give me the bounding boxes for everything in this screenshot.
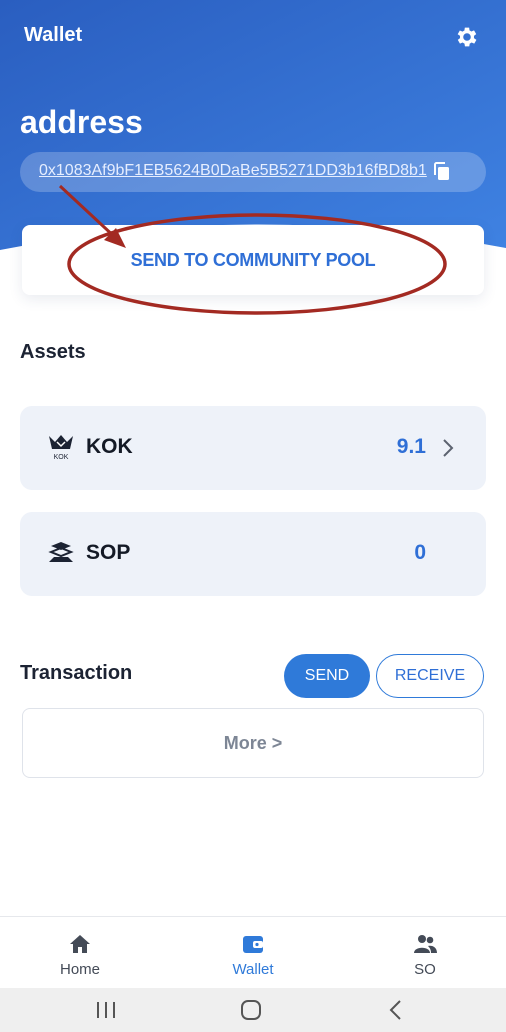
- wallet-icon: [243, 936, 263, 953]
- asset-row-sop[interactable]: SOP 0: [20, 512, 486, 596]
- gear-icon[interactable]: [454, 24, 480, 50]
- kok-logo-icon: KOK: [49, 435, 73, 461]
- more-label: More >: [223, 732, 283, 753]
- assets-title: Assets: [20, 341, 86, 363]
- people-icon: [414, 935, 437, 953]
- asset-row-kok[interactable]: KOK KOK 9.1: [20, 406, 486, 490]
- system-navigation-bar: [0, 988, 506, 1032]
- recent-apps-icon[interactable]: [92, 998, 120, 1022]
- more-transactions-button[interactable]: More >: [22, 708, 484, 778]
- send-button[interactable]: SEND: [284, 654, 370, 698]
- send-to-community-pool-button[interactable]: SEND TO COMMUNITY POOL: [22, 225, 484, 295]
- kok-logo-text: KOK: [54, 454, 69, 461]
- tab-so-label: SO: [414, 961, 436, 978]
- back-icon[interactable]: [382, 998, 410, 1022]
- send-button-label: SEND: [304, 667, 350, 684]
- tab-home[interactable]: Home: [0, 917, 164, 989]
- receive-button-label: RECEIVE: [394, 667, 466, 684]
- app-title: Wallet: [24, 24, 83, 46]
- address-heading: address: [20, 104, 143, 140]
- asset-name: SOP: [86, 541, 131, 564]
- asset-name: KOK: [86, 435, 133, 458]
- asset-balance: 0: [414, 541, 426, 564]
- home-system-icon[interactable]: [237, 998, 265, 1022]
- sop-logo-icon: [48, 542, 74, 562]
- copy-icon[interactable]: [430, 160, 454, 184]
- transaction-title: Transaction: [20, 662, 133, 684]
- tab-wallet-label: Wallet: [232, 961, 274, 978]
- bottom-tab-bar: Home Wallet SO: [0, 916, 506, 988]
- tab-wallet[interactable]: Wallet: [169, 917, 337, 989]
- receive-button[interactable]: RECEIVE: [376, 654, 484, 698]
- address-field[interactable]: 0x1083Af9bF1EB5624B0DaBe5B5271DD3b16fBD8…: [20, 152, 486, 192]
- community-pool-label: SEND TO COMMUNITY POOL: [130, 249, 376, 270]
- wallet-address-link[interactable]: 0x1083Af9bF1EB5624B0DaBe5B5271DD3b16fBD8…: [39, 162, 427, 180]
- tab-home-label: Home: [59, 961, 100, 978]
- chevron-right-icon[interactable]: [442, 438, 454, 458]
- tab-so[interactable]: SO: [341, 917, 506, 989]
- home-icon: [70, 935, 90, 953]
- asset-balance: 9.1: [396, 435, 426, 458]
